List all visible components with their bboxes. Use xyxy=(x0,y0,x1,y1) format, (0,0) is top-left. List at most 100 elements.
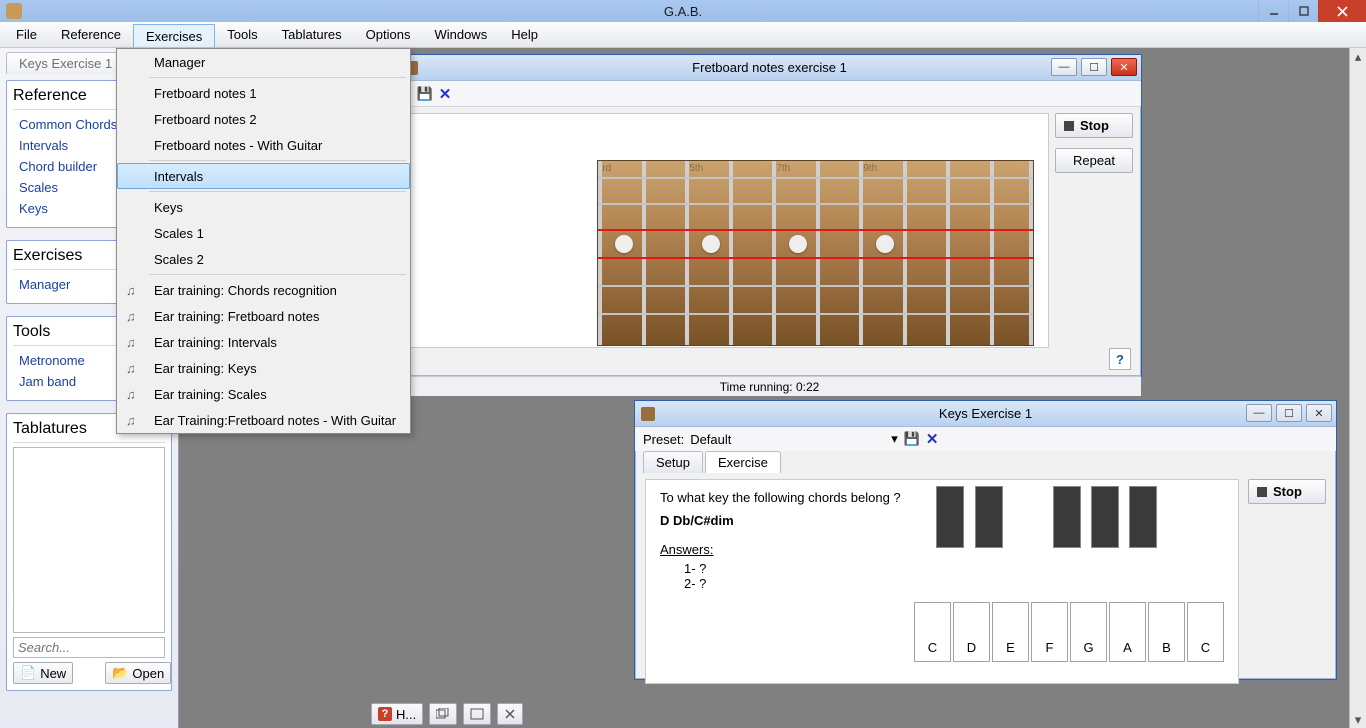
white-key-a[interactable]: A xyxy=(1109,602,1146,662)
keys-window-controls: — ☐ ✕ xyxy=(1246,404,1332,422)
fret-label: 5th xyxy=(689,163,703,174)
menu-help[interactable]: Help xyxy=(499,22,550,47)
open-button[interactable]: 📂 Open xyxy=(105,662,171,684)
dropdown-item-ear-intervals[interactable]: ♫Ear training: Intervals xyxy=(117,329,410,355)
taskbar-close-all[interactable] xyxy=(497,703,523,725)
keys-titlebar[interactable]: Keys Exercise 1 — ☐ ✕ xyxy=(635,401,1336,427)
music-note-icon: ♫ xyxy=(126,413,142,429)
app-title: G.A.B. xyxy=(664,4,702,19)
dropdown-item-fretboard1[interactable]: Fretboard notes 1 xyxy=(117,80,410,106)
preset-label: Preset: xyxy=(643,432,684,447)
preset-select[interactable]: Default xyxy=(690,432,885,447)
music-note-icon: ♫ xyxy=(126,387,142,403)
vertical-scrollbar[interactable]: ▴ ▾ xyxy=(1349,48,1366,728)
save-icon[interactable]: 💾 xyxy=(417,86,433,102)
dropdown-item-ear-chords[interactable]: ♫Ear training: Chords recognition xyxy=(117,277,410,303)
stop-icon xyxy=(1064,121,1074,131)
menu-options[interactable]: Options xyxy=(354,22,423,47)
black-key[interactable] xyxy=(936,486,964,548)
music-note-icon: ♫ xyxy=(126,361,142,377)
dropdown-item-keys[interactable]: Keys xyxy=(117,194,410,220)
dropdown-item-intervals[interactable]: Intervals xyxy=(117,163,410,189)
menubar: File Reference Exercises Tools Tablature… xyxy=(0,22,1366,48)
dropdown-item-manager[interactable]: Manager xyxy=(117,49,410,75)
menu-exercises[interactable]: Exercises xyxy=(133,24,215,47)
repeat-button[interactable]: Repeat xyxy=(1055,148,1133,173)
dropdown-item-scales2[interactable]: Scales 2 xyxy=(117,246,410,272)
mdi-taskbar: ?H... xyxy=(371,702,523,726)
dropdown-item-fretboard-guitar[interactable]: Fretboard notes - With Guitar xyxy=(117,132,410,158)
music-note-icon: ♫ xyxy=(126,309,142,325)
scroll-up-icon[interactable]: ▴ xyxy=(1350,48,1366,65)
dropdown-item-ear-keys[interactable]: ♫Ear training: Keys xyxy=(117,355,410,381)
stop-button[interactable]: Stop xyxy=(1055,113,1133,138)
window-controls xyxy=(1258,0,1366,22)
help-icon: ? xyxy=(378,707,392,721)
taskbar-cascade[interactable] xyxy=(429,703,457,725)
music-note-icon: ♫ xyxy=(126,335,142,351)
dropdown-item-ear-fretboard-guitar[interactable]: ♫Ear Training:Fretboard notes - With Gui… xyxy=(117,407,410,433)
maximize-button[interactable] xyxy=(1288,0,1318,22)
fretboard[interactable]: rd 5th 7th 9th xyxy=(597,160,1034,346)
child-close-button[interactable]: ✕ xyxy=(1306,404,1332,422)
fretboard-panel: rd 5th 7th 9th xyxy=(406,113,1049,348)
taskbar-tile[interactable] xyxy=(463,703,491,725)
keys-right-buttons: Stop xyxy=(1248,479,1326,514)
stop-button[interactable]: Stop xyxy=(1248,479,1326,504)
menu-tablatures[interactable]: Tablatures xyxy=(270,22,354,47)
white-key-d[interactable]: D xyxy=(953,602,990,662)
scroll-down-icon[interactable]: ▾ xyxy=(1350,711,1366,728)
child-minimize-button[interactable]: — xyxy=(1051,58,1077,76)
stop-icon xyxy=(1257,487,1267,497)
fretboard-window-controls: — ☐ ✕ xyxy=(1051,58,1137,76)
keys-window: Keys Exercise 1 — ☐ ✕ Preset: Default ▾ … xyxy=(634,400,1337,680)
fret-label: 9th xyxy=(863,163,877,174)
music-note-icon: ♫ xyxy=(126,283,142,299)
new-button[interactable]: 📄 New xyxy=(13,662,73,684)
black-key[interactable] xyxy=(1053,486,1081,548)
delete-icon[interactable]: ✕ xyxy=(439,85,452,103)
white-key-f[interactable]: F xyxy=(1031,602,1068,662)
fretboard-titlebar[interactable]: Fretboard notes exercise 1 — ☐ ✕ xyxy=(398,55,1141,81)
minimize-button[interactable] xyxy=(1258,0,1288,22)
black-key[interactable] xyxy=(1129,486,1157,548)
chevron-down-icon[interactable]: ▾ xyxy=(891,431,898,447)
exercises-dropdown: Manager Fretboard notes 1 Fretboard note… xyxy=(116,48,411,434)
white-key-e[interactable]: E xyxy=(992,602,1029,662)
dropdown-item-ear-scales[interactable]: ♫Ear training: Scales xyxy=(117,381,410,407)
close-button[interactable] xyxy=(1318,0,1366,22)
sidebar-tab-keys-exercise[interactable]: Keys Exercise 1 xyxy=(6,52,125,74)
tablatures-list[interactable] xyxy=(13,447,165,633)
child-close-button[interactable]: ✕ xyxy=(1111,58,1137,76)
white-key-c[interactable]: C xyxy=(914,602,951,662)
black-key[interactable] xyxy=(1091,486,1119,548)
delete-icon[interactable]: ✕ xyxy=(926,430,939,448)
menu-file[interactable]: File xyxy=(4,22,49,47)
tab-exercise[interactable]: Exercise xyxy=(705,451,781,473)
dropdown-item-scales1[interactable]: Scales 1 xyxy=(117,220,410,246)
save-icon[interactable]: 💾 xyxy=(904,431,920,447)
white-key-b[interactable]: B xyxy=(1148,602,1185,662)
child-maximize-button[interactable]: ☐ xyxy=(1081,58,1107,76)
child-maximize-button[interactable]: ☐ xyxy=(1276,404,1302,422)
keys-title: Keys Exercise 1 xyxy=(939,406,1032,421)
taskbar-item-help[interactable]: ?H... xyxy=(371,703,423,725)
menu-tools[interactable]: Tools xyxy=(215,22,269,47)
piano-keyboard: C D E F G A B C xyxy=(926,486,1226,666)
menu-windows[interactable]: Windows xyxy=(422,22,499,47)
sidebar-panel-tablatures: Tablatures 📄 New 📂 Open xyxy=(6,413,172,691)
search-input[interactable] xyxy=(13,637,165,658)
window-titlebar: G.A.B. xyxy=(0,0,1366,22)
white-key-g[interactable]: G xyxy=(1070,602,1107,662)
dropdown-item-ear-fretboard[interactable]: ♫Ear training: Fretboard notes xyxy=(117,303,410,329)
dropdown-item-fretboard2[interactable]: Fretboard notes 2 xyxy=(117,106,410,132)
tab-setup[interactable]: Setup xyxy=(643,451,703,473)
menu-reference[interactable]: Reference xyxy=(49,22,133,47)
keys-window-icon xyxy=(641,407,655,421)
keys-tabs: Setup Exercise xyxy=(635,451,1336,473)
fretboard-content: ng ? (click on the fret) + - xyxy=(398,107,1141,376)
white-key-c2[interactable]: C xyxy=(1187,602,1224,662)
black-key[interactable] xyxy=(975,486,1003,548)
help-button[interactable]: ? xyxy=(1109,348,1131,370)
child-minimize-button[interactable]: — xyxy=(1246,404,1272,422)
